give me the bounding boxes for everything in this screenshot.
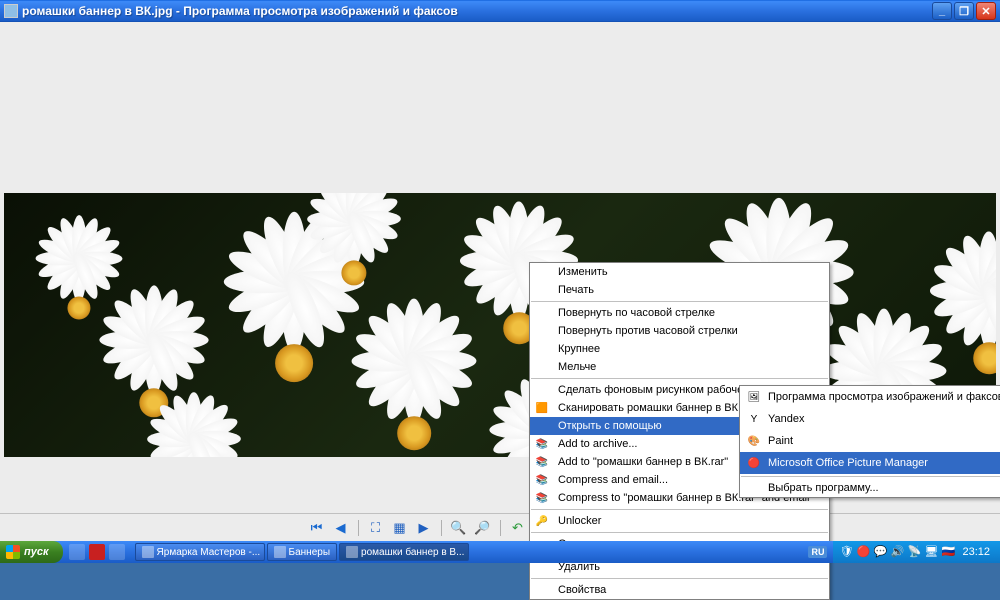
titlebar: ромашки баннер в ВК.jpg - Программа прос… bbox=[0, 0, 1000, 22]
submenu-item[interactable]: Выбрать программу... bbox=[740, 479, 1000, 497]
system-tray: 🛡 🔴 💬 🔊 📡 🖥 🇷🇺 23:12 bbox=[833, 541, 1000, 563]
window-buttons: _ ❐ ✕ bbox=[932, 2, 996, 20]
slideshow-button[interactable]: ▶ bbox=[415, 519, 433, 537]
window-title: ромашки баннер в ВК.jpg - Программа прос… bbox=[22, 4, 932, 18]
clock[interactable]: 23:12 bbox=[958, 546, 994, 558]
taskbar-button[interactable]: Баннеры bbox=[267, 543, 337, 561]
minimize-button[interactable]: _ bbox=[932, 2, 952, 20]
zoom-in-button[interactable]: 🔍 bbox=[450, 519, 468, 537]
context-menu-item[interactable]: Изменить bbox=[530, 263, 829, 281]
rotate-ccw-button[interactable]: ↶ bbox=[509, 519, 527, 537]
submenu-item[interactable]: YYandex bbox=[740, 408, 1000, 430]
ql-icon-2[interactable] bbox=[89, 544, 105, 560]
quick-launch bbox=[63, 544, 131, 560]
tray-icon[interactable]: 🇷🇺 bbox=[941, 545, 955, 559]
actual-size-button[interactable]: ▦ bbox=[391, 519, 409, 537]
context-menu-item[interactable]: Повернуть против часовой стрелки bbox=[530, 322, 829, 340]
start-label: пуск bbox=[24, 546, 49, 558]
context-menu-item[interactable]: 🔑Unlocker bbox=[530, 512, 829, 530]
context-menu-item[interactable]: Печать bbox=[530, 281, 829, 299]
submenu-item[interactable]: 🔴Microsoft Office Picture Manager bbox=[740, 452, 1000, 474]
maximize-button[interactable]: ❐ bbox=[954, 2, 974, 20]
tray-icon[interactable]: 💬 bbox=[873, 545, 887, 559]
context-menu-item[interactable]: Мельче bbox=[530, 358, 829, 376]
open-with-submenu[interactable]: 🖼Программа просмотра изображений и факсо… bbox=[739, 385, 1000, 498]
tray-icon[interactable]: 🔴 bbox=[856, 545, 870, 559]
first-image-button[interactable]: ⏮ bbox=[308, 519, 326, 537]
submenu-item[interactable]: 🎨Paint bbox=[740, 430, 1000, 452]
language-indicator[interactable]: RU bbox=[808, 546, 827, 558]
tray-icon[interactable]: 🖥 bbox=[924, 545, 938, 559]
taskbar-button[interactable]: ромашки баннер в В... bbox=[339, 543, 469, 561]
ql-icon-3[interactable] bbox=[109, 544, 125, 560]
prev-image-button[interactable]: ◀ bbox=[332, 519, 350, 537]
context-menu-item[interactable]: Свойства bbox=[530, 581, 829, 599]
tray-icon[interactable]: 📡 bbox=[907, 545, 921, 559]
submenu-item[interactable]: 🖼Программа просмотра изображений и факсо… bbox=[740, 386, 1000, 408]
taskbar-button[interactable]: Ярмарка Мастеров -... bbox=[135, 543, 265, 561]
context-menu-item[interactable]: Крупнее bbox=[530, 340, 829, 358]
tray-icon[interactable]: 🔊 bbox=[890, 545, 904, 559]
taskbar-buttons: Ярмарка Мастеров -...Баннерыромашки банн… bbox=[131, 543, 809, 561]
app-icon bbox=[4, 4, 18, 18]
windows-logo-icon bbox=[6, 545, 20, 559]
close-button[interactable]: ✕ bbox=[976, 2, 996, 20]
ql-icon-1[interactable] bbox=[69, 544, 85, 560]
fit-button[interactable]: ⛶ bbox=[367, 519, 385, 537]
start-button[interactable]: пуск bbox=[0, 541, 63, 563]
zoom-out-button[interactable]: 🔎 bbox=[474, 519, 492, 537]
context-menu-item[interactable]: Повернуть по часовой стрелке bbox=[530, 304, 829, 322]
toolbar: ⏮ ◀ ⛶ ▦ ▶ 🔍 🔎 ↶ ↷ ✕ 🖨 📋 🖉 ? bbox=[0, 513, 1000, 541]
tray-icon[interactable]: 🛡 bbox=[839, 545, 853, 559]
taskbar: пуск Ярмарка Мастеров -...Баннерыромашки… bbox=[0, 541, 1000, 563]
